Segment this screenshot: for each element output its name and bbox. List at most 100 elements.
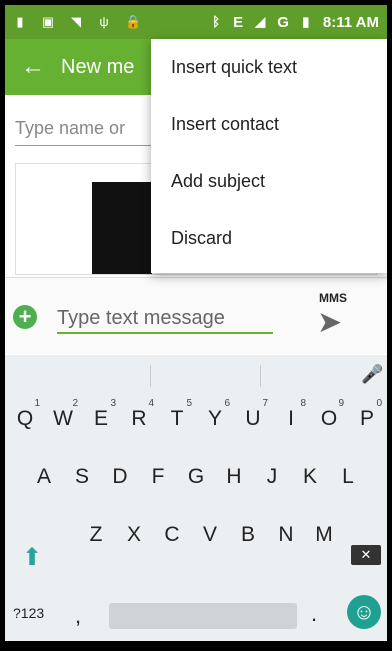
image-icon: ▣ <box>41 14 55 29</box>
key[interactable]: S <box>63 457 101 497</box>
key-label: Z <box>89 523 103 546</box>
signal-icon: ◢ <box>255 14 266 29</box>
sim-card-icon: ▮ <box>16 14 24 29</box>
key[interactable]: Z <box>77 515 115 555</box>
key-hint: 6 <box>224 398 230 409</box>
menu-item-insert-quick-text[interactable]: Insert quick text <box>151 39 387 96</box>
menu-item-insert-contact[interactable]: Insert contact <box>151 96 387 153</box>
arrow-left-icon[interactable]: ← <box>5 53 61 81</box>
symbols-key[interactable]: ?123 <box>13 605 44 621</box>
key[interactable]: H <box>215 457 253 497</box>
key-label: J <box>266 465 278 488</box>
microphone-icon[interactable]: 🎤 <box>361 364 383 385</box>
key[interactable]: N <box>267 515 305 555</box>
bluetooth-icon: ᛒ <box>212 14 221 29</box>
key-hint: 4 <box>148 398 154 409</box>
key-label: D <box>112 465 128 488</box>
attachment-thumbnail <box>92 182 152 274</box>
network-type-2: G <box>277 13 289 31</box>
status-bar: ▮ ▣ ◥ ψ 🔒 ᛒ E ◢ G ▮ 8:11 AM <box>5 5 387 39</box>
key-label: P <box>359 407 374 430</box>
key-label: M <box>315 523 333 546</box>
emoji-icon[interactable]: ☺ <box>347 595 381 629</box>
backspace-icon[interactable]: ✕ <box>351 545 381 565</box>
key[interactable]: 3E <box>82 399 120 439</box>
key[interactable]: 1Q <box>6 399 44 439</box>
key[interactable]: K <box>291 457 329 497</box>
key-label: Y <box>207 407 222 430</box>
period-key[interactable]: . <box>311 601 317 627</box>
key-label: Q <box>16 407 34 430</box>
key-label: G <box>187 465 205 488</box>
key-label: W <box>53 407 73 430</box>
key[interactable]: 9O <box>310 399 348 439</box>
compose-bar: + Type text message MMS ➤ <box>5 277 387 354</box>
send-icon[interactable]: ➤ <box>317 308 342 338</box>
key[interactable]: V <box>191 515 229 555</box>
keyboard: 🎤 1Q2W3E4R5T6Y7U8I9O0P ASDFGHJKL ZXCVBNM… <box>5 355 387 641</box>
add-attachment-icon[interactable]: + <box>13 305 37 329</box>
key-label: C <box>164 523 180 546</box>
status-time: 8:11 AM <box>322 13 379 31</box>
key-hint: 1 <box>34 398 40 409</box>
key-label: V <box>202 523 217 546</box>
key[interactable]: 0P <box>348 399 386 439</box>
shift-icon[interactable]: ⬆ <box>17 541 47 575</box>
key-label: L <box>342 465 354 488</box>
mms-label: MMS <box>319 291 347 305</box>
key[interactable]: D <box>101 457 139 497</box>
key-label: A <box>36 465 51 488</box>
key[interactable]: 2W <box>44 399 82 439</box>
suggestion-divider <box>260 365 261 387</box>
key-label: B <box>240 523 255 546</box>
key[interactable]: M <box>305 515 343 555</box>
key-label: E <box>93 407 108 430</box>
key[interactable]: 7U <box>234 399 272 439</box>
network-type: E <box>233 13 244 31</box>
key[interactable]: 4R <box>120 399 158 439</box>
overflow-menu: Insert quick text Insert contact Add sub… <box>151 39 387 273</box>
key[interactable]: A <box>25 457 63 497</box>
suggestion-divider <box>150 365 151 387</box>
key-label: H <box>226 465 242 488</box>
wifi-icon: ◥ <box>71 14 81 29</box>
key[interactable]: B <box>229 515 267 555</box>
lock-icon: 🔒 <box>125 14 142 29</box>
key-label: O <box>320 407 338 430</box>
key-label: F <box>151 465 165 488</box>
key-label: N <box>278 523 294 546</box>
key[interactable]: 8I <box>272 399 310 439</box>
suggestion-strip: 🎤 <box>5 355 387 395</box>
key-hint: 3 <box>110 398 116 409</box>
key[interactable]: F <box>139 457 177 497</box>
keyboard-row-2: ASDFGH J K L <box>5 457 387 497</box>
key-hint: 7 <box>262 398 268 409</box>
keyboard-row-1: 1Q2W3E4R5T6Y7U8I9O0P <box>5 399 387 439</box>
key-hint: 9 <box>338 398 344 409</box>
space-key[interactable] <box>109 603 297 629</box>
key-label: T <box>170 407 184 430</box>
key[interactable]: J <box>253 457 291 497</box>
key-label: I <box>288 407 294 430</box>
key[interactable]: C <box>153 515 191 555</box>
key[interactable]: L <box>329 457 367 497</box>
battery-icon: ▮ <box>302 14 310 29</box>
key-label: K <box>302 465 317 488</box>
page-title: New me <box>61 55 135 78</box>
comma-key[interactable]: , <box>75 603 81 629</box>
key[interactable]: 6Y <box>196 399 234 439</box>
screen: ▮ ▣ ◥ ψ 🔒 ᛒ E ◢ G ▮ 8:11 AM ← New me Typ… <box>5 5 387 641</box>
key-label: R <box>131 407 147 430</box>
key-hint: 0 <box>376 398 382 409</box>
key[interactable]: G <box>177 457 215 497</box>
key[interactable]: 5T <box>158 399 196 439</box>
menu-item-add-subject[interactable]: Add subject <box>151 153 387 210</box>
key[interactable]: X <box>115 515 153 555</box>
message-input[interactable]: Type text message <box>57 304 273 334</box>
menu-item-discard[interactable]: Discard <box>151 210 387 267</box>
status-right-icons: ᛒ E ◢ G ▮ 8:11 AM <box>209 14 387 31</box>
key-label: X <box>126 523 141 546</box>
key-hint: 8 <box>300 398 306 409</box>
key-hint: 5 <box>186 398 192 409</box>
usb-icon: ψ <box>99 14 109 29</box>
